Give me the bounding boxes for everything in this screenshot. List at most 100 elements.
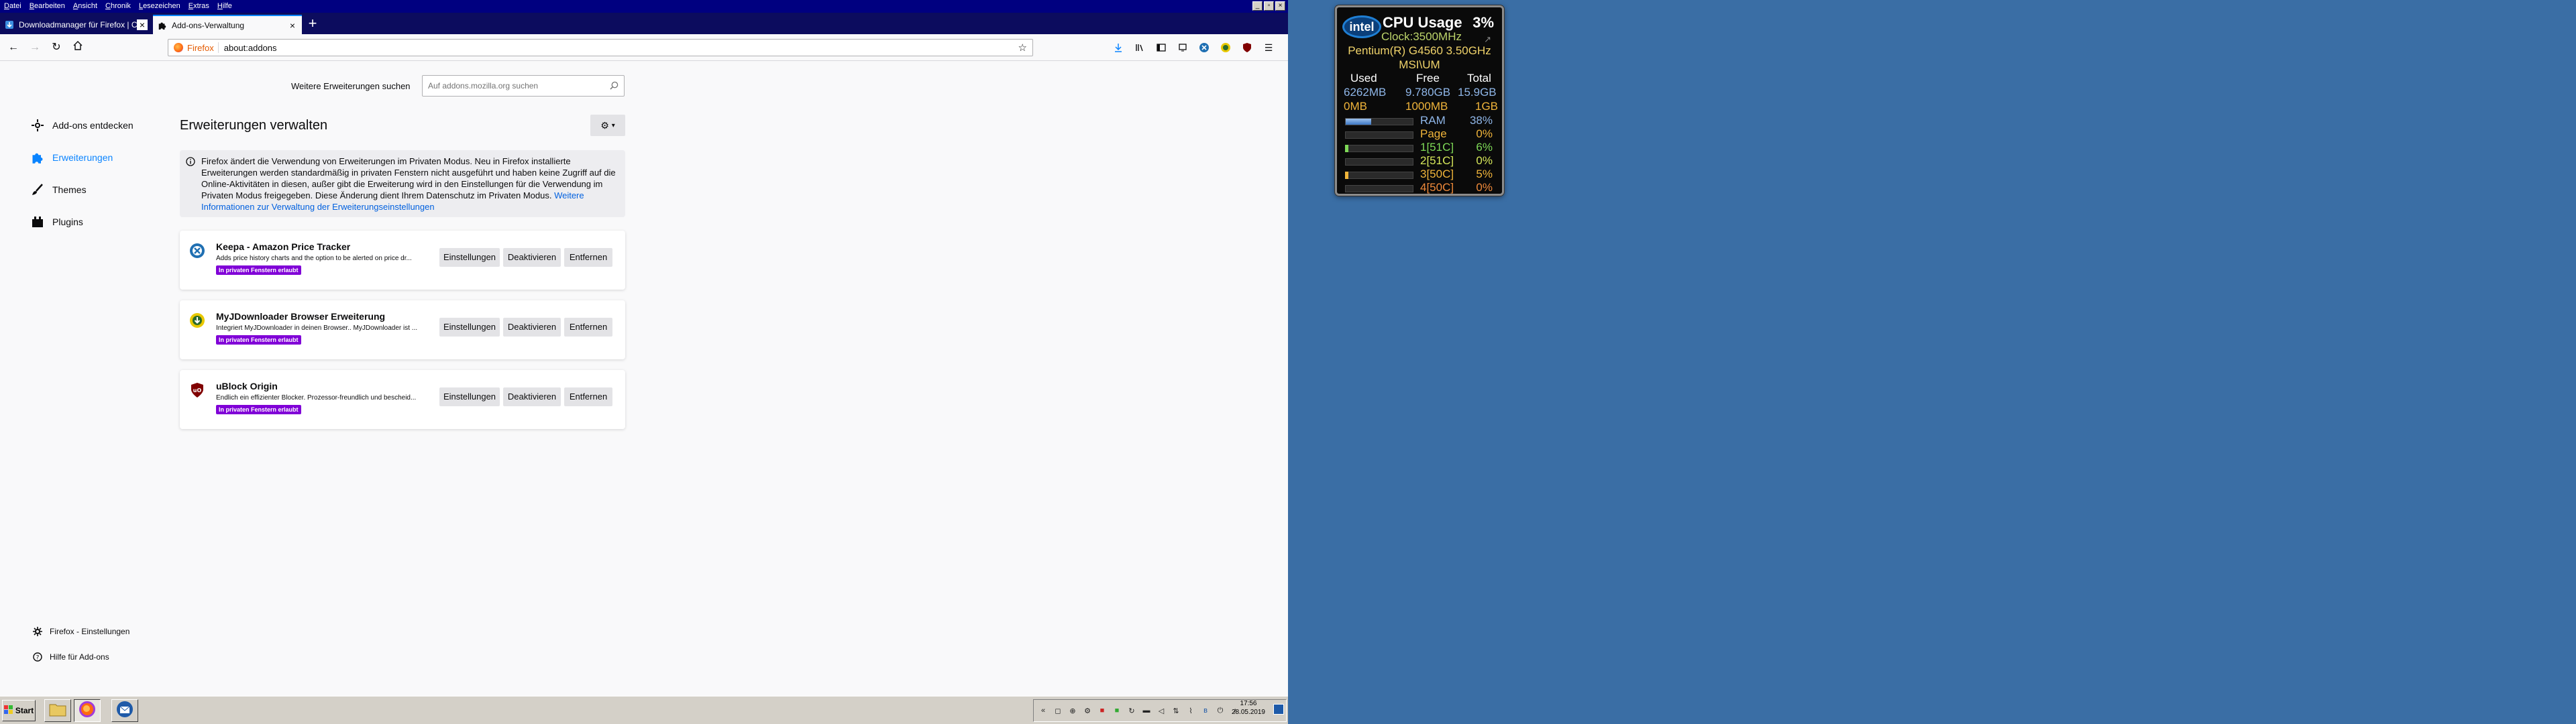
help-icon: ?: [32, 652, 43, 662]
forward-icon[interactable]: →: [28, 41, 42, 54]
minimize-icon[interactable]: _: [1252, 1, 1263, 11]
back-icon[interactable]: ←: [7, 41, 20, 54]
intel-logo: intel: [1342, 15, 1381, 38]
plugin-icon: [30, 214, 46, 230]
core-3-percent: 5%: [1476, 168, 1493, 180]
mem-header-total: Total: [1467, 72, 1491, 84]
taskbar: Start « ◻ ⊕ ⚙ ■ ■ ↻ ▬ ◁ ⇅ ⌇ ʙ ⏻ ♪ 17:56 …: [0, 696, 1288, 724]
download-icon[interactable]: [1112, 41, 1125, 54]
info-icon: [186, 157, 195, 169]
sidebar-addons-help[interactable]: ? Hilfe für Add-ons: [32, 652, 109, 662]
sidebar-item-extensions[interactable]: Erweiterungen: [30, 149, 113, 166]
addons-search-input[interactable]: Auf addons.mozilla.org suchen: [422, 75, 625, 97]
addon-card-ublock[interactable]: uO uBlock Origin Endlich ein effizienter…: [180, 370, 625, 429]
disable-button[interactable]: Deaktivieren: [503, 387, 561, 406]
tray-gadget-icon[interactable]: ■: [1112, 705, 1122, 716]
url-bar[interactable]: Firefox about:addons ☆: [168, 39, 1033, 56]
tray-volume-icon[interactable]: ◁: [1156, 705, 1167, 716]
menu-datei[interactable]: Datei: [0, 0, 25, 13]
library-icon[interactable]: [1133, 41, 1146, 54]
ublock-extension-icon[interactable]: [1240, 41, 1254, 54]
tab-addons[interactable]: Add-ons-Verwaltung ×: [153, 15, 302, 34]
mem-header-free: Free: [1416, 72, 1440, 84]
tray-shield-icon[interactable]: ■: [1097, 705, 1108, 716]
ublock-shield-icon: uO: [188, 381, 207, 400]
sidebar-item-discover[interactable]: Add-ons entdecken: [30, 117, 133, 133]
tray-bluetooth-icon[interactable]: ʙ: [1200, 705, 1211, 716]
new-tab-button[interactable]: +: [305, 16, 321, 32]
sidebar-icon[interactable]: [1155, 41, 1168, 54]
tray-wifi-icon[interactable]: ⌇: [1185, 705, 1196, 716]
core-3-meter: [1345, 172, 1413, 179]
taskbar-explorer[interactable]: [44, 699, 71, 722]
search-icon: [610, 81, 619, 93]
start-button[interactable]: Start: [2, 700, 36, 721]
remove-button[interactable]: Entfernen: [564, 387, 612, 406]
tray-power-icon[interactable]: ⏻: [1215, 705, 1226, 716]
menu-hamburger-icon[interactable]: ☰: [1262, 41, 1275, 54]
tools-menu-button[interactable]: ⚙ ▾: [590, 115, 625, 136]
tray-network-icon[interactable]: ⊕: [1067, 705, 1078, 716]
sidebar-item-themes[interactable]: Themes: [30, 182, 87, 198]
menu-extras[interactable]: Extras: [184, 0, 213, 13]
toolbar-icons: ☰: [1112, 41, 1275, 54]
jdownloader-extension-icon[interactable]: [1219, 41, 1232, 54]
preferences-button[interactable]: Einstellungen: [439, 387, 500, 406]
addon-card-myjdownloader[interactable]: MyJDownloader Browser Erweiterung Integr…: [180, 300, 625, 359]
taskbar-clock[interactable]: 17:56 28.05.2019: [1232, 699, 1265, 717]
menu-lesezeichen[interactable]: Lesezeichen: [135, 0, 184, 13]
cpu-usage-gadget[interactable]: intel CPU Usage 3% Clock:3500MHz ↗ Penti…: [1335, 5, 1504, 196]
windows-logo-icon: [3, 705, 13, 717]
core-3-led: [1345, 172, 1348, 179]
sidebar-firefox-settings[interactable]: Firefox - Einstellungen: [32, 626, 129, 637]
preferences-button[interactable]: Einstellungen: [439, 248, 500, 267]
addon-card-keepa[interactable]: Keepa - Amazon Price Tracker Adds price …: [180, 231, 625, 290]
folder-icon: [49, 702, 66, 720]
addon-name: MyJDownloader Browser Erweiterung: [216, 311, 386, 322]
taskbar-thunderbird[interactable]: [111, 699, 138, 722]
addon-description: Adds price history charts and the option…: [216, 255, 412, 262]
menu-chronik[interactable]: Chronik: [101, 0, 135, 13]
disable-button[interactable]: Deaktivieren: [503, 248, 561, 267]
core-1-led: [1345, 145, 1348, 152]
tab-close-icon[interactable]: ×: [137, 19, 148, 30]
tab-close-icon[interactable]: ×: [287, 20, 298, 31]
home-icon[interactable]: [71, 41, 85, 54]
preferences-button[interactable]: Einstellungen: [439, 318, 500, 337]
page-meter: [1345, 131, 1413, 139]
reload-icon[interactable]: ↻: [50, 41, 63, 54]
page-label: Page: [1420, 127, 1447, 140]
menu-ansicht[interactable]: Ansicht: [69, 0, 101, 13]
keepa-extension-icon[interactable]: [1197, 41, 1211, 54]
disable-button[interactable]: Deaktivieren: [503, 318, 561, 337]
menu-hilfe[interactable]: Hilfe: [213, 0, 236, 13]
tray-settings-icon[interactable]: ⚙: [1082, 705, 1093, 716]
tray-app-icon[interactable]: ◻: [1053, 705, 1063, 716]
private-mode-notice: Firefox ändert die Verwendung von Erweit…: [180, 150, 625, 217]
show-desktop-button[interactable]: [1273, 704, 1284, 715]
maximize-icon[interactable]: ▫: [1264, 1, 1274, 11]
svg-text:uO: uO: [193, 387, 202, 394]
menu-bearbeiten[interactable]: Bearbeiten: [25, 0, 69, 13]
remove-button[interactable]: Entfernen: [564, 318, 612, 337]
keepa-icon: [188, 241, 207, 260]
tray-expand-icon[interactable]: «: [1038, 705, 1049, 716]
gear-icon: [32, 626, 43, 637]
close-icon[interactable]: ×: [1275, 1, 1285, 11]
core-2-meter: [1345, 158, 1413, 166]
addons-page: Weitere Erweiterungen suchen Auf addons.…: [0, 62, 1288, 696]
screenshot-icon[interactable]: [1176, 41, 1189, 54]
tray-monitor-icon[interactable]: ▬: [1141, 705, 1152, 716]
tab-strip: Downloadmanager für Firefox | Co × Add-o…: [0, 13, 1288, 34]
remove-button[interactable]: Entfernen: [564, 248, 612, 267]
tab-downloadmanager[interactable]: Downloadmanager für Firefox | Co ×: [0, 15, 152, 34]
tray-sync-icon[interactable]: ↻: [1126, 705, 1137, 716]
taskbar-firefox[interactable]: [74, 699, 101, 722]
cpu-clock: Clock:3500MHz: [1381, 30, 1462, 43]
navigation-toolbar: ← → ↻ Firefox about:addons ☆ ☰: [0, 34, 1288, 61]
page-favicon-icon: [4, 19, 15, 30]
tray-network-activity-icon[interactable]: ⇅: [1171, 705, 1181, 716]
bookmark-star-icon[interactable]: ☆: [1018, 42, 1027, 54]
url-input[interactable]: about:addons: [224, 43, 1018, 53]
sidebar-item-plugins[interactable]: Plugins: [30, 214, 83, 230]
